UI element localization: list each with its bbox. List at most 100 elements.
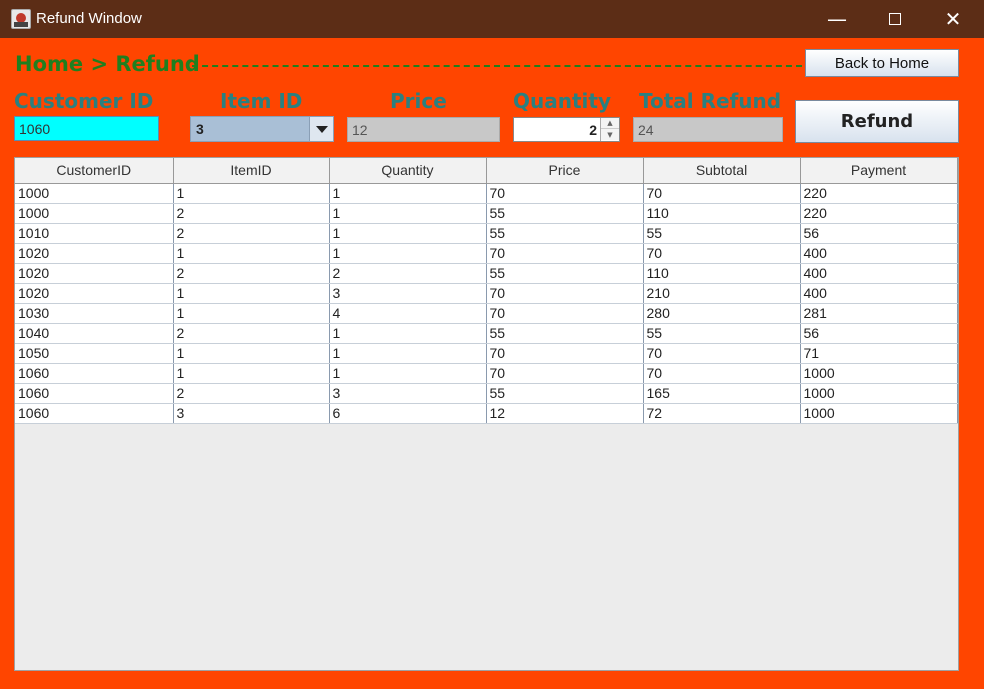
customer-id-cell[interactable]: 1060 xyxy=(15,403,174,424)
price-cell[interactable]: 55 xyxy=(486,223,644,244)
back-to-home-button[interactable]: Back to Home xyxy=(805,49,959,77)
price-cell[interactable]: 70 xyxy=(486,243,644,264)
subtotal-cell[interactable]: 70 xyxy=(643,183,801,204)
payment-cell[interactable]: 71 xyxy=(800,343,958,364)
table-row[interactable]: 1060 3 6 12 72 1000 xyxy=(15,403,958,424)
subtotal-cell[interactable]: 72 xyxy=(643,403,801,424)
customer-id-cell[interactable]: 1050 xyxy=(15,343,174,364)
minimize-button[interactable]: — xyxy=(808,0,866,38)
table-row[interactable]: 1020 1 3 70 210 400 xyxy=(15,283,958,304)
quantity-cell[interactable]: 3 xyxy=(329,383,487,404)
payment-cell[interactable]: 1000 xyxy=(800,383,958,404)
column-header-payment[interactable]: Payment xyxy=(800,158,958,184)
customer-id-cell[interactable]: 1000 xyxy=(15,203,174,224)
subtotal-cell[interactable]: 70 xyxy=(643,243,801,264)
subtotal-cell[interactable]: 70 xyxy=(643,363,801,384)
payment-cell[interactable]: 220 xyxy=(800,203,958,224)
item-id-cell[interactable]: 1 xyxy=(173,303,330,324)
table-row[interactable]: 1020 1 1 70 70 400 xyxy=(15,243,958,264)
price-cell[interactable]: 55 xyxy=(486,383,644,404)
table-row[interactable]: 1000 2 1 55 110 220 xyxy=(15,203,958,224)
quantity-cell[interactable]: 1 xyxy=(329,183,487,204)
refund-button[interactable]: Refund xyxy=(795,100,959,143)
quantity-spinner[interactable]: 2 ▲ ▼ xyxy=(513,117,620,142)
item-id-cell[interactable]: 1 xyxy=(173,343,330,364)
subtotal-cell[interactable]: 110 xyxy=(643,263,801,284)
order-table[interactable]: CustomerID ItemID Quantity Price Subtota… xyxy=(14,157,959,671)
table-row[interactable]: 1050 1 1 70 70 71 xyxy=(15,343,958,364)
payment-cell[interactable]: 1000 xyxy=(800,363,958,384)
quantity-cell[interactable]: 6 xyxy=(329,403,487,424)
column-header-subtotal[interactable]: Subtotal xyxy=(643,158,801,184)
quantity-cell[interactable]: 3 xyxy=(329,283,487,304)
quantity-cell[interactable]: 1 xyxy=(329,363,487,384)
payment-cell[interactable]: 220 xyxy=(800,183,958,204)
spinner-down-icon[interactable]: ▼ xyxy=(601,129,619,140)
subtotal-cell[interactable]: 70 xyxy=(643,343,801,364)
item-id-cell[interactable]: 2 xyxy=(173,223,330,244)
item-id-cell[interactable]: 1 xyxy=(173,183,330,204)
column-header-quantity[interactable]: Quantity xyxy=(329,158,487,184)
table-row[interactable]: 1020 2 2 55 110 400 xyxy=(15,263,958,284)
price-cell[interactable]: 70 xyxy=(486,343,644,364)
customer-id-cell[interactable]: 1060 xyxy=(15,363,174,384)
title-bar[interactable]: Refund Window — ✕ xyxy=(0,0,984,38)
item-id-cell[interactable]: 2 xyxy=(173,263,330,284)
item-id-cell[interactable]: 3 xyxy=(173,403,330,424)
subtotal-cell[interactable]: 165 xyxy=(643,383,801,404)
item-id-cell[interactable]: 2 xyxy=(173,203,330,224)
payment-cell[interactable]: 1000 xyxy=(800,403,958,424)
column-header-price[interactable]: Price xyxy=(486,158,644,184)
price-cell[interactable]: 70 xyxy=(486,303,644,324)
subtotal-cell[interactable]: 210 xyxy=(643,283,801,304)
customer-id-input[interactable]: 1060 xyxy=(14,116,159,141)
quantity-value[interactable]: 2 xyxy=(589,122,597,138)
table-row[interactable]: 1060 1 1 70 70 1000 xyxy=(15,363,958,384)
table-row[interactable]: 1060 2 3 55 165 1000 xyxy=(15,383,958,404)
price-cell[interactable]: 55 xyxy=(486,203,644,224)
column-header-itemid[interactable]: ItemID xyxy=(173,158,330,184)
table-row[interactable]: 1000 1 1 70 70 220 xyxy=(15,183,958,204)
item-id-dropdown[interactable]: 3 xyxy=(190,116,334,142)
subtotal-cell[interactable]: 55 xyxy=(643,323,801,344)
quantity-cell[interactable]: 4 xyxy=(329,303,487,324)
customer-id-cell[interactable]: 1020 xyxy=(15,243,174,264)
item-id-cell[interactable]: 1 xyxy=(173,283,330,304)
column-header-customerid[interactable]: CustomerID xyxy=(15,158,174,184)
maximize-button[interactable] xyxy=(866,0,924,38)
subtotal-cell[interactable]: 110 xyxy=(643,203,801,224)
quantity-cell[interactable]: 1 xyxy=(329,243,487,264)
payment-cell[interactable]: 400 xyxy=(800,283,958,304)
customer-id-cell[interactable]: 1060 xyxy=(15,383,174,404)
quantity-cell[interactable]: 1 xyxy=(329,323,487,344)
dropdown-arrow-button[interactable] xyxy=(309,117,333,141)
table-row[interactable]: 1040 2 1 55 55 56 xyxy=(15,323,958,344)
item-id-cell[interactable]: 1 xyxy=(173,363,330,384)
price-cell[interactable]: 55 xyxy=(486,263,644,284)
payment-cell[interactable]: 56 xyxy=(800,323,958,344)
quantity-cell[interactable]: 1 xyxy=(329,223,487,244)
price-cell[interactable]: 55 xyxy=(486,323,644,344)
quantity-cell[interactable]: 2 xyxy=(329,263,487,284)
payment-cell[interactable]: 400 xyxy=(800,243,958,264)
item-id-cell[interactable]: 2 xyxy=(173,323,330,344)
payment-cell[interactable]: 400 xyxy=(800,263,958,284)
customer-id-cell[interactable]: 1030 xyxy=(15,303,174,324)
subtotal-cell[interactable]: 280 xyxy=(643,303,801,324)
price-cell[interactable]: 70 xyxy=(486,183,644,204)
payment-cell[interactable]: 281 xyxy=(800,303,958,324)
table-row[interactable]: 1010 2 1 55 55 56 xyxy=(15,223,958,244)
customer-id-cell[interactable]: 1000 xyxy=(15,183,174,204)
customer-id-cell[interactable]: 1010 xyxy=(15,223,174,244)
customer-id-cell[interactable]: 1020 xyxy=(15,283,174,304)
price-cell[interactable]: 70 xyxy=(486,283,644,304)
quantity-cell[interactable]: 1 xyxy=(329,343,487,364)
close-button[interactable]: ✕ xyxy=(924,0,982,38)
price-cell[interactable]: 12 xyxy=(486,403,644,424)
quantity-cell[interactable]: 1 xyxy=(329,203,487,224)
customer-id-cell[interactable]: 1020 xyxy=(15,263,174,284)
spinner-up-icon[interactable]: ▲ xyxy=(601,118,619,129)
item-id-cell[interactable]: 1 xyxy=(173,243,330,264)
payment-cell[interactable]: 56 xyxy=(800,223,958,244)
customer-id-cell[interactable]: 1040 xyxy=(15,323,174,344)
